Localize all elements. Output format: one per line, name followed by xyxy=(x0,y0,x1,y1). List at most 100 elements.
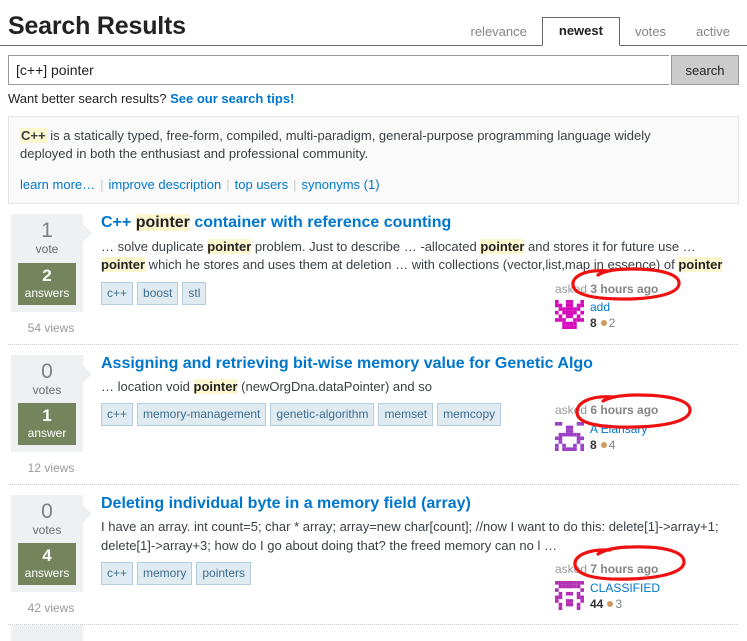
vote-label: vote xyxy=(11,242,83,258)
tag-wiki-link-synonyms[interactable]: synonyms (1) xyxy=(302,177,380,192)
tag-c-[interactable]: c++ xyxy=(101,282,133,305)
result-title-part-0: Deleting individual byte in a memory fie… xyxy=(101,495,471,512)
tab-newest[interactable]: newest xyxy=(542,17,620,46)
result-excerpt-part-0: … solve duplicate xyxy=(101,239,207,254)
result-user-info: asked 3 hours agoadd82 xyxy=(549,282,739,332)
view-count: 54 views xyxy=(8,321,94,335)
link-separator: | xyxy=(221,177,234,192)
result-timestamp: 6 hours ago xyxy=(590,403,658,417)
search-input[interactable] xyxy=(8,55,669,85)
result-excerpt: … solve duplicate pointer problem. Just … xyxy=(101,238,739,275)
search-result-item: 0votes1answer12 viewsAssigning and retri… xyxy=(8,345,739,485)
view-count: 12 views xyxy=(8,461,94,475)
tab-active[interactable]: active xyxy=(681,18,745,45)
result-excerpt-part-6: which he stores and uses them at deletio… xyxy=(145,257,678,272)
tab-votes[interactable]: votes xyxy=(620,18,681,45)
bronze-badge-icon xyxy=(607,601,613,607)
tag-wiki-excerpt-text: is a statically typed, free-form, compil… xyxy=(20,128,651,161)
search-result-item: 1vote2answers54 viewsC++ pointer contain… xyxy=(8,204,739,344)
result-user-reputation-line: 82 xyxy=(590,316,615,331)
vote-label: votes xyxy=(11,383,83,399)
result-summary: Deleting individual byte in a memory fie… xyxy=(94,495,739,615)
result-user-reputation: 8 xyxy=(590,438,597,452)
bronze-badge-icon xyxy=(601,320,607,326)
result-excerpt-part-1: pointer xyxy=(207,239,251,254)
tag-wiki-link-improve-description[interactable]: improve description xyxy=(109,177,222,192)
search-button[interactable]: search xyxy=(671,55,739,85)
search-result-item: 0votes4answers 42 views Deleting individua… xyxy=(8,485,739,625)
result-user-info: asked 6 hours ago A Elansary84 xyxy=(549,403,739,453)
result-excerpt-part-5: pointer xyxy=(101,257,145,272)
avatar[interactable] xyxy=(555,581,584,610)
answer-count: 1 xyxy=(18,406,76,426)
result-user-info: asked 7 hours ago CLASSIFIED443 xyxy=(549,562,739,612)
answer-badge: 1answer xyxy=(18,403,76,445)
tab-relevance[interactable]: relevance xyxy=(456,18,542,45)
page-header: Search Results relevance newest votes ac… xyxy=(0,0,747,46)
tag-memcopy[interactable]: memcopy xyxy=(437,403,501,426)
avatar[interactable] xyxy=(555,422,584,451)
answer-count: 2 xyxy=(18,266,76,286)
answer-label: answers xyxy=(18,286,76,301)
result-title-link[interactable]: C++ pointer container with reference cou… xyxy=(101,214,451,232)
tag-memset[interactable]: memset xyxy=(378,403,433,426)
result-meta-row: c++booststlasked 3 hours agoadd82 xyxy=(101,282,739,332)
answer-count: 4 xyxy=(18,546,76,566)
tag-memory[interactable]: memory xyxy=(137,562,192,585)
result-user-name[interactable]: add xyxy=(590,300,615,315)
result-tag-list: c++booststl xyxy=(101,282,206,305)
search-tips-line: Want better search results? See our sear… xyxy=(8,91,739,106)
search-results-list: 1 vote 2answers 54 views C++ pointer contain… xyxy=(8,204,739,625)
answer-label: answer xyxy=(18,426,76,441)
result-action-time: asked 6 hours ago xyxy=(555,403,739,419)
view-count: 42 views xyxy=(8,601,94,615)
tag-c-[interactable]: c++ xyxy=(101,403,133,426)
result-user-details: add82 xyxy=(590,300,615,331)
tag-c-[interactable]: c++ xyxy=(101,562,133,585)
result-title-part-0: Assigning and retrieving bit-wise memory… xyxy=(101,355,593,372)
search-tips-prefix: Want better search results? xyxy=(8,91,166,106)
sort-tabs: relevance newest votes active xyxy=(456,15,747,45)
result-user-reputation-line: 443 xyxy=(590,597,660,612)
bronze-badge-icon xyxy=(601,442,607,448)
result-summary: C++ pointer container with reference cou… xyxy=(94,214,739,334)
result-action-time: asked 7 hours ago xyxy=(555,562,739,578)
result-excerpt: I have an array. int count=5; char * arr… xyxy=(101,518,739,555)
result-user-name[interactable]: A Elansary xyxy=(590,422,647,437)
result-excerpt-part-1: pointer xyxy=(194,379,238,394)
result-title-link[interactable]: Assigning and retrieving bit-wise memory… xyxy=(101,355,593,373)
tag-stl[interactable]: stl xyxy=(182,282,206,305)
tag-wiki-link-learn-more[interactable]: learn more… xyxy=(20,177,95,192)
next-result-partial xyxy=(11,625,83,641)
result-summary: Assigning and retrieving bit-wise memory… xyxy=(94,355,739,475)
tag-boost[interactable]: boost xyxy=(137,282,178,305)
tag-memory-management[interactable]: memory-management xyxy=(137,403,266,426)
avatar[interactable] xyxy=(555,300,584,329)
answer-badge: 4answers xyxy=(18,543,76,585)
result-excerpt: … location void pointer (newOrgDna.dataP… xyxy=(101,378,739,396)
result-stats: 0votes4answers 42 views xyxy=(8,495,94,615)
tag-wiki-box: C++ is a statically typed, free-form, co… xyxy=(8,116,739,204)
result-stats-box: 0votes4answers xyxy=(11,495,83,592)
result-stats: 0votes1answer12 views xyxy=(8,355,94,475)
result-excerpt-part-0: I have an array. int count=5; char * arr… xyxy=(101,519,719,552)
search-tips-link[interactable]: See our search tips! xyxy=(170,91,294,106)
result-excerpt-part-4: and stores it for future use … xyxy=(524,239,695,254)
result-user-reputation: 44 xyxy=(590,597,603,611)
tag-pointers[interactable]: pointers xyxy=(196,562,251,585)
result-user-reputation-line: 84 xyxy=(590,438,647,453)
tag-genetic-algorithm[interactable]: genetic-algorithm xyxy=(270,403,374,426)
result-tag-list: c++memory-managementgenetic-algorithmmem… xyxy=(101,403,501,426)
tag-wiki-links: learn more…|improve description|top user… xyxy=(20,176,727,194)
link-separator: | xyxy=(95,177,108,192)
result-user-details: A Elansary84 xyxy=(590,422,647,453)
result-user-name[interactable]: CLASSIFIED xyxy=(590,581,660,596)
result-title-part-1: pointer xyxy=(136,214,190,231)
result-excerpt-part-2: problem. Just to describe … -allocated xyxy=(251,239,480,254)
result-timestamp: 3 hours ago xyxy=(590,282,658,296)
result-user-reputation: 8 xyxy=(590,316,597,330)
result-title-link[interactable]: Deleting individual byte in a memory fie… xyxy=(101,495,471,513)
tag-wiki-link-top-users[interactable]: top users xyxy=(235,177,288,192)
search-results-page: Search Results relevance newest votes ac… xyxy=(0,0,747,636)
answer-badge: 2answers xyxy=(18,263,76,305)
